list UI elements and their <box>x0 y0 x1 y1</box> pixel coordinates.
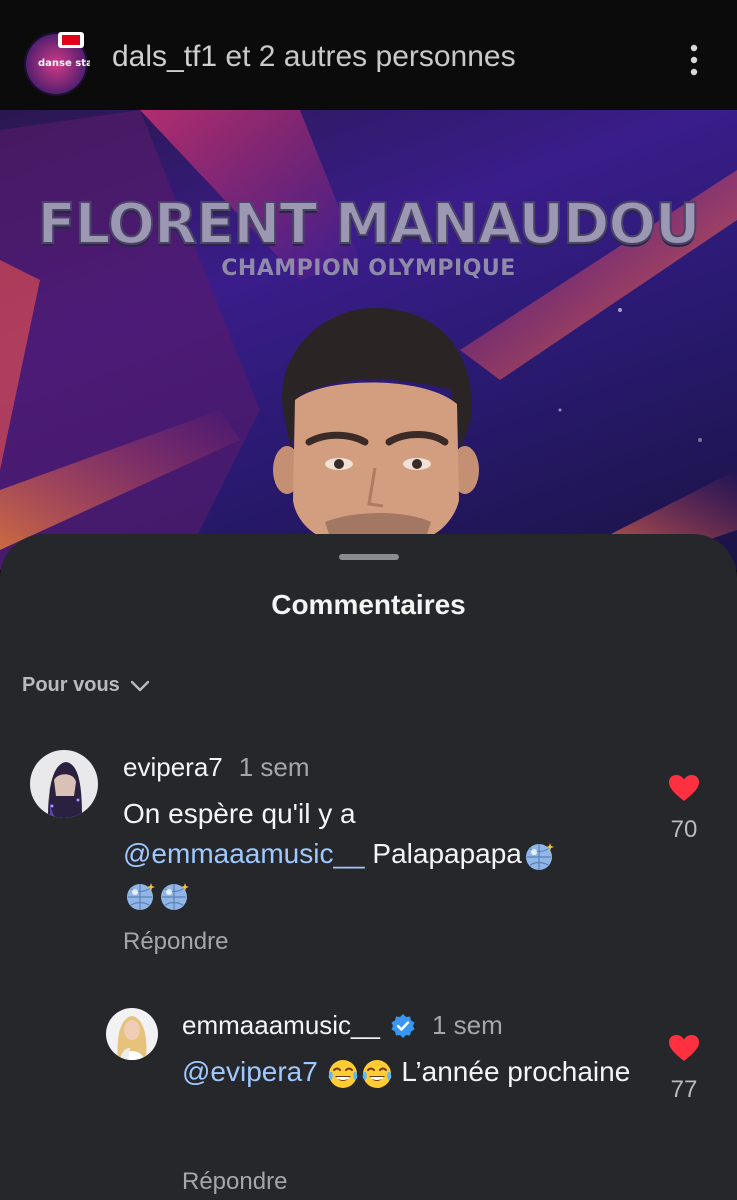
chevron-down-icon <box>130 680 149 691</box>
verified-badge-icon <box>391 1013 415 1038</box>
comment-header: evipera7 1 sem <box>123 752 310 783</box>
dals-tf1-avatar[interactable]: danse stars <box>22 30 104 98</box>
author-suffix: et 2 autres personnes <box>225 40 516 73</box>
comment-filter-dropdown[interactable]: Pour vous <box>22 674 150 697</box>
reply-button[interactable]: Répondre <box>182 1168 287 1196</box>
comment-username[interactable]: evipera7 <box>123 752 223 783</box>
hero-name: FLORENT MANAUDOU <box>36 191 701 258</box>
comment-username[interactable]: emmaaamusic__ <box>182 1010 380 1041</box>
more-options-icon[interactable] <box>684 42 704 82</box>
author-username[interactable]: dals_tf1 <box>112 40 217 73</box>
post-authors[interactable]: dals_tf1 et 2 autres personnes <box>112 40 516 74</box>
sheet-drag-handle[interactable] <box>339 554 399 560</box>
mention-link[interactable]: @emmaaamusic__ <box>123 838 365 869</box>
avatar[interactable] <box>106 1008 158 1060</box>
post-image[interactable]: FLORENT MANAUDOU CHAMPION OLYMPIQUE <box>0 110 737 570</box>
filter-label: Pour vous <box>22 674 120 696</box>
mirror-ball-emoji-icon <box>161 882 189 910</box>
comment-text: On espère qu'il y a @emmaaamusic__ Palap… <box>123 794 643 914</box>
like-button[interactable]: 77 <box>662 1034 706 1104</box>
comment-time: 1 sem <box>238 752 310 782</box>
comments-sheet: Commentaires Pour vous evipera7 1 sem On… <box>0 534 737 1200</box>
mirror-ball-emoji-icon <box>525 842 554 870</box>
comment-header: emmaaamusic__ 1 sem <box>182 1010 503 1041</box>
comment-time: 1 sem <box>431 1010 503 1040</box>
tears-of-joy-emoji-icon <box>328 1059 357 1088</box>
like-count: 70 <box>670 816 698 843</box>
portrait-illustration <box>273 308 479 540</box>
avatar-logo-text: danse stars <box>38 58 90 69</box>
hero-subtitle: CHAMPION OLYMPIQUE <box>221 256 516 281</box>
comment-text-after: Palapapapa <box>372 838 522 869</box>
heart-icon[interactable] <box>668 1034 700 1062</box>
comment-text: @evipera7 L’année prochaine <box>182 1052 642 1092</box>
avatar[interactable] <box>30 750 98 818</box>
heart-icon[interactable] <box>668 774 700 802</box>
top-bar: danse stars dals_tf1 et 2 autres personn… <box>0 0 737 110</box>
comment-text-after: L’année prochaine <box>401 1056 631 1087</box>
reply-button[interactable]: Répondre <box>123 928 228 956</box>
like-button[interactable]: 70 <box>662 774 706 844</box>
mirror-ball-emoji-icon <box>127 882 155 910</box>
comment-text-before: On espère qu'il y a <box>123 798 356 829</box>
sheet-title: Commentaires <box>271 589 466 620</box>
mention-link[interactable]: @evipera7 <box>182 1056 318 1087</box>
like-count: 77 <box>670 1076 698 1103</box>
tears-of-joy-emoji-icon <box>362 1059 391 1088</box>
